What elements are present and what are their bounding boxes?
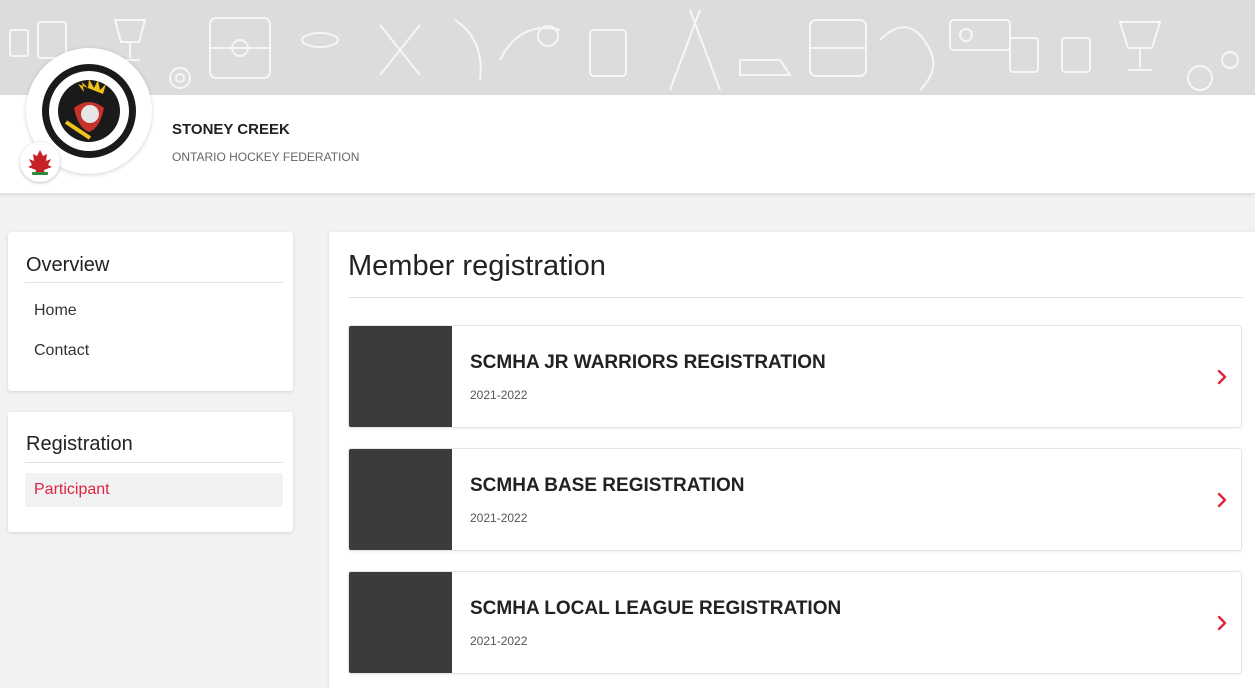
hockey-doodle-pattern bbox=[9, 9, 1239, 91]
header-banner bbox=[0, 0, 1255, 95]
registration-thumbnail bbox=[349, 326, 452, 427]
chevron-right-icon[interactable] bbox=[1215, 615, 1229, 631]
org-federation: ONTARIO HOCKEY FEDERATION bbox=[172, 150, 360, 164]
registration-season: 2021-2022 bbox=[470, 511, 528, 525]
maple-leaf-icon bbox=[28, 150, 52, 175]
sidebar-item-home[interactable]: Home bbox=[25, 294, 283, 328]
org-name: STONEY CREEK bbox=[172, 121, 290, 138]
registration-name: SCMHA JR WARRIORS REGISTRATION bbox=[470, 352, 826, 373]
divider bbox=[348, 297, 1243, 298]
registration-item-base[interactable]: SCMHA BASE REGISTRATION 2021-2022 bbox=[348, 448, 1242, 551]
chevron-right-icon[interactable] bbox=[1215, 369, 1229, 385]
page-title: Member registration bbox=[348, 250, 606, 282]
sidebar-overview-card: Overview Home Contact bbox=[8, 232, 293, 391]
registration-thumbnail bbox=[349, 449, 452, 550]
sidebar-item-participant[interactable]: Participant bbox=[25, 473, 283, 507]
chevron-right-icon[interactable] bbox=[1215, 492, 1229, 508]
divider bbox=[25, 282, 283, 283]
org-header bbox=[0, 95, 1255, 193]
federation-badge bbox=[20, 142, 60, 182]
registration-name: SCMHA BASE REGISTRATION bbox=[470, 475, 745, 496]
sidebar-section-title: Overview bbox=[26, 254, 110, 276]
registration-item-jr-warriors[interactable]: SCMHA JR WARRIORS REGISTRATION 2021-2022 bbox=[348, 325, 1242, 428]
sidebar-item-contact[interactable]: Contact bbox=[25, 334, 283, 368]
divider bbox=[25, 462, 283, 463]
registration-season: 2021-2022 bbox=[470, 388, 528, 402]
sidebar-section-title: Registration bbox=[26, 433, 133, 455]
registration-thumbnail bbox=[349, 572, 452, 673]
registration-item-local-league[interactable]: SCMHA LOCAL LEAGUE REGISTRATION 2021-202… bbox=[348, 571, 1242, 674]
sidebar-registration-card: Registration Participant bbox=[8, 412, 293, 532]
registration-season: 2021-2022 bbox=[470, 634, 528, 648]
registration-name: SCMHA LOCAL LEAGUE REGISTRATION bbox=[470, 598, 842, 619]
